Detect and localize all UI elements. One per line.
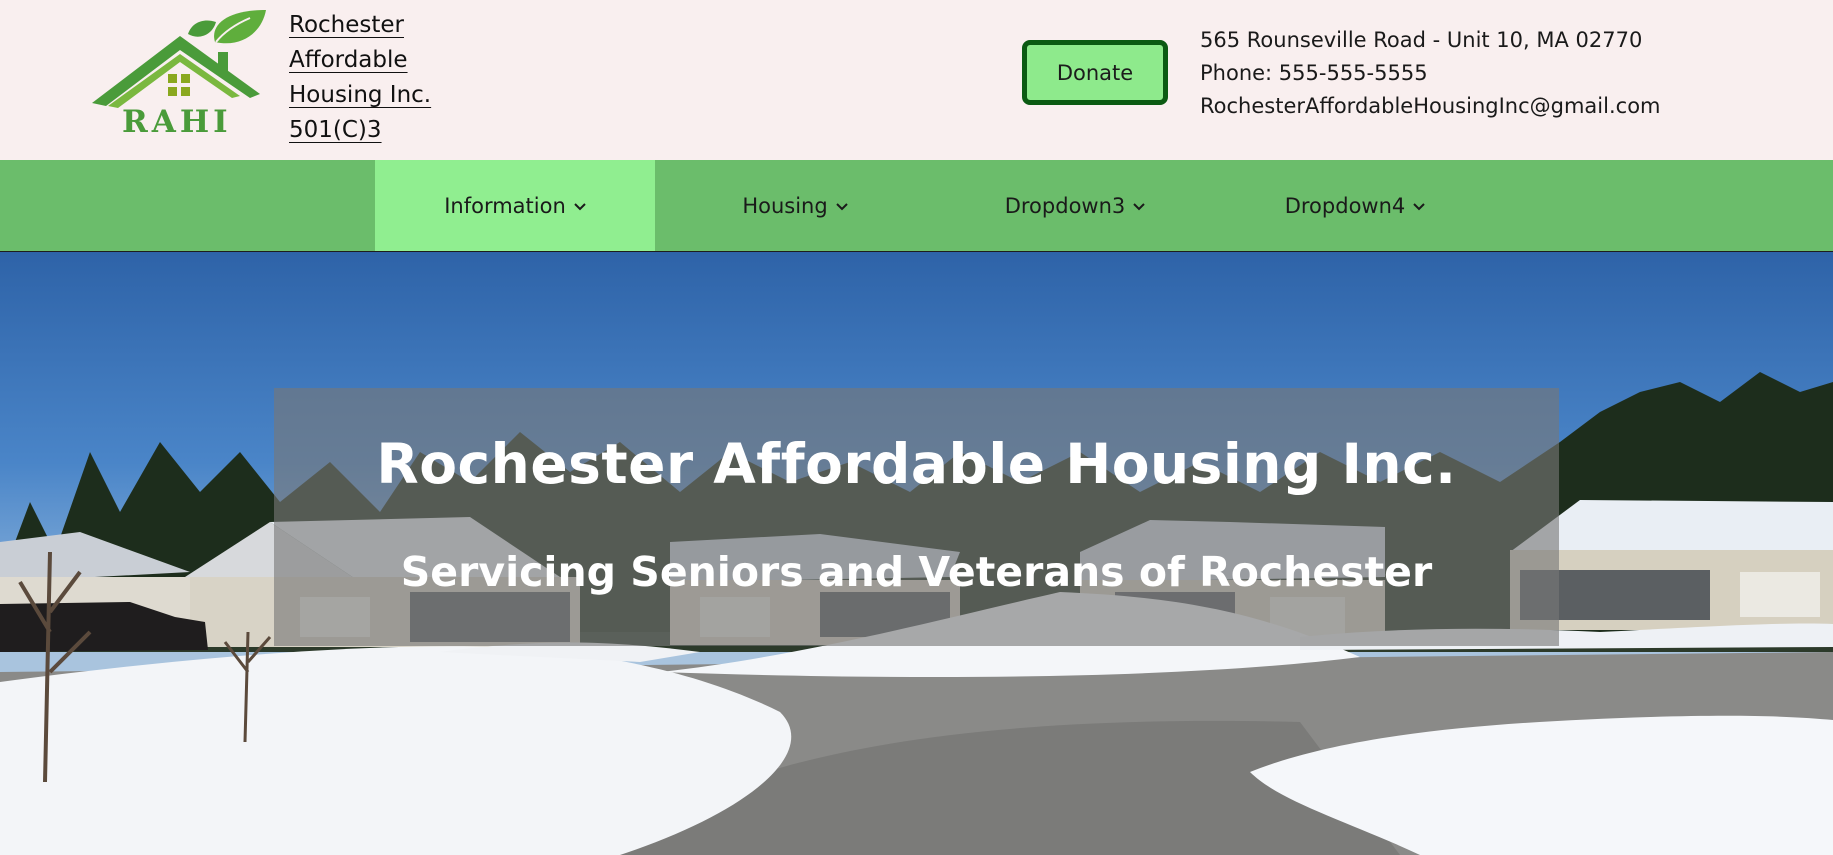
- org-name-line[interactable]: Affordable: [289, 43, 408, 77]
- nav-item-label: Dropdown4: [1284, 193, 1406, 218]
- site-header: RAHI Rochester Affordable Housing Inc. 5…: [0, 0, 1833, 160]
- contact-phone: Phone: 555-555-5555: [1200, 61, 1428, 85]
- org-name[interactable]: Rochester Affordable Housing Inc. 501(C)…: [289, 8, 469, 148]
- nav-item-label: Dropdown3: [1004, 193, 1126, 218]
- nav-item-housing[interactable]: Housing: [655, 160, 935, 251]
- nav-item-information[interactable]: Information: [375, 160, 655, 251]
- donate-button[interactable]: Donate: [1022, 40, 1168, 105]
- contact-info: 565 Rounseville Road - Unit 10, MA 02770…: [1200, 24, 1661, 123]
- contact-email[interactable]: RochesterAffordableHousingInc@gmail.com: [1200, 90, 1661, 123]
- chevron-down-icon: [1413, 202, 1425, 210]
- hero-subtitle: Servicing Seniors and Veterans of Roches…: [400, 548, 1433, 596]
- nav-item-label: Information: [444, 193, 566, 218]
- hero-section: Rochester Affordable Housing Inc. Servic…: [0, 252, 1833, 855]
- org-name-line[interactable]: Rochester: [289, 8, 404, 42]
- main-nav: Information Housing Dropdown3 Dropdown4: [0, 160, 1833, 252]
- org-name-line[interactable]: Housing Inc.: [289, 78, 431, 112]
- org-name-line[interactable]: 501(C)3: [289, 113, 382, 147]
- chevron-down-icon: [835, 202, 848, 210]
- nav-item-dropdown3[interactable]: Dropdown3: [935, 160, 1215, 251]
- chevron-down-icon: [1133, 202, 1145, 210]
- hero-title: Rochester Affordable Housing Inc.: [376, 432, 1457, 496]
- nav-item-label: Housing: [742, 193, 828, 218]
- logo-text: RAHI: [122, 104, 232, 140]
- nav-item-dropdown4[interactable]: Dropdown4: [1215, 160, 1495, 251]
- hero-overlay: Rochester Affordable Housing Inc. Servic…: [274, 388, 1559, 646]
- chevron-down-icon: [574, 202, 586, 210]
- contact-address: 565 Rounseville Road - Unit 10, MA 02770: [1200, 28, 1643, 52]
